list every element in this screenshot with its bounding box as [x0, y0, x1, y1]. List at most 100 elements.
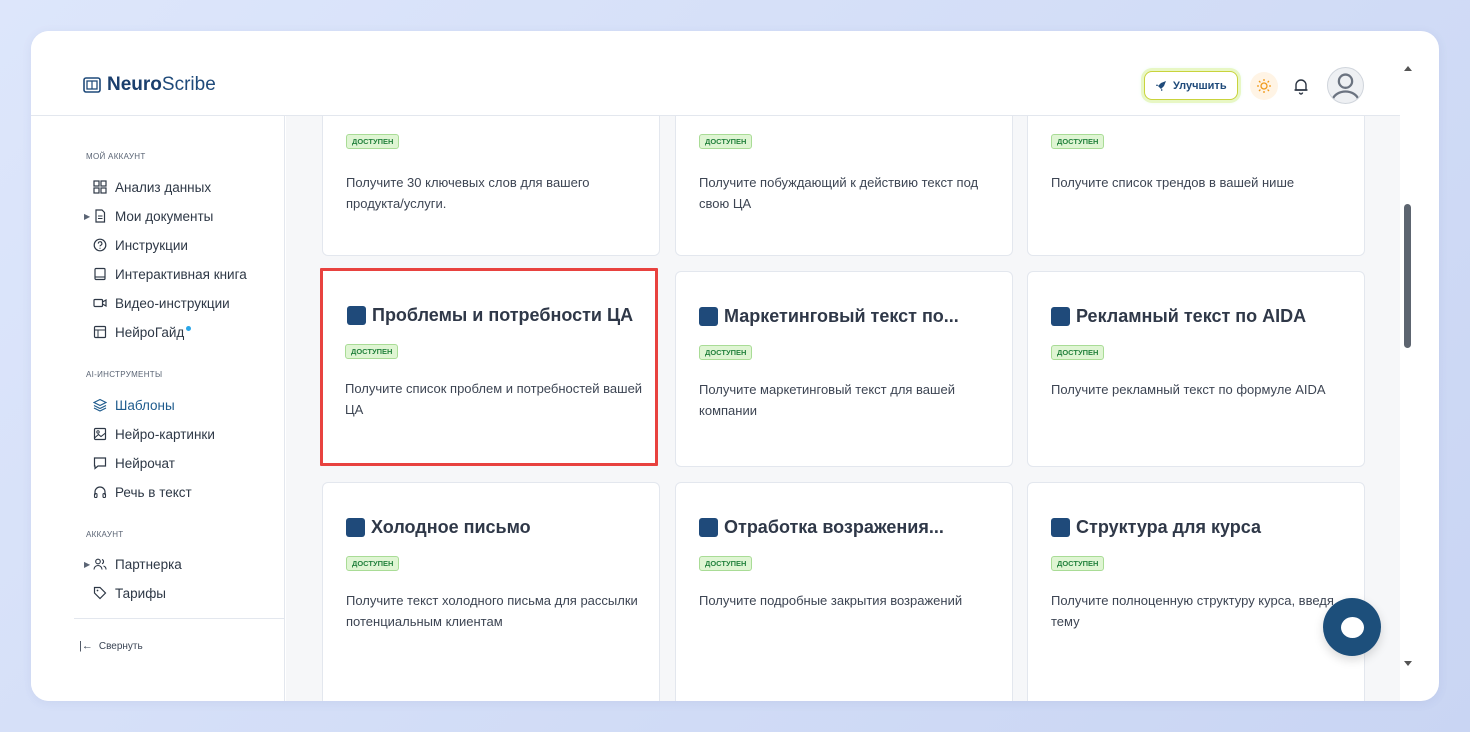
avatar-icon [1331, 73, 1360, 100]
top-header: NeuroScribe Улучшить [31, 31, 1400, 116]
sidebar-item-label: Шаблоны [115, 397, 175, 413]
sidebar-item-label: Нейро-картинки [115, 426, 215, 442]
sidebar-item-interactive-book[interactable]: Интерактивная книга [93, 265, 247, 283]
status-badge: ДОСТУПЕН [699, 345, 753, 360]
status-badge: ДОСТУПЕН [699, 134, 753, 149]
sidebar-section-title: АККАУНТ [86, 530, 124, 539]
card-description: Получите подробные закрытия возражений [699, 593, 963, 608]
guide-icon [93, 325, 107, 339]
sidebar-item-speech-to-text[interactable]: Речь в текст [93, 483, 192, 501]
card-description: Получите текст холодного письма для расс… [346, 593, 638, 629]
sidebar-divider [74, 618, 285, 619]
theme-toggle[interactable] [1250, 72, 1278, 100]
template-card[interactable]: ДОСТУПЕН Получите список трендов в вашей… [1027, 116, 1365, 256]
upgrade-button[interactable]: Улучшить [1144, 71, 1238, 100]
checkbox-icon [347, 306, 366, 325]
user-avatar[interactable] [1327, 67, 1364, 104]
scroll-up-arrow[interactable] [1404, 66, 1412, 71]
sidebar-section-title: МОЙ АККАУНТ [86, 152, 146, 161]
logo-icon [83, 77, 101, 93]
video-icon [93, 298, 107, 308]
sidebar-item-label: Видео-инструкции [115, 295, 230, 311]
card-description: Получите 30 ключевых слов для вашего про… [346, 175, 590, 211]
card-title-row: Проблемы и потребности ЦА [347, 305, 633, 326]
sidebar-item-label: Речь в текст [115, 484, 192, 500]
sidebar-item-neurochat[interactable]: Нейрочат [93, 454, 175, 472]
logo-bold: Neuro [107, 74, 162, 95]
new-indicator-dot [186, 325, 192, 331]
document-icon [95, 209, 106, 223]
card-title: Маркетинговый текст по... [724, 306, 959, 326]
headphones-icon [93, 486, 107, 499]
scroll-down-arrow[interactable] [1404, 661, 1412, 666]
card-description: Получите рекламный текст по формуле AIDA [1051, 382, 1326, 397]
sidebar-item-label: Интерактивная книга [115, 266, 247, 282]
scrollbar-thumb[interactable] [1404, 204, 1411, 348]
card-title-row: Холодное письмо [346, 517, 531, 538]
scrollbar-track[interactable] [1400, 31, 1420, 701]
card-title-row: Маркетинговый текст по... [699, 306, 959, 327]
sidebar-item-label: Инструкции [115, 237, 188, 253]
template-card[interactable]: Структура для курса ДОСТУПЕН Получите по… [1027, 482, 1365, 701]
templates-grid: ДОСТУПЕН Получите 30 ключевых слов для в… [286, 116, 1400, 701]
status-badge: ДОСТУПЕН [1051, 134, 1105, 149]
status-badge: ДОСТУПЕН [1051, 345, 1105, 360]
card-title-row: Структура для курса [1051, 517, 1261, 538]
book-icon [94, 267, 106, 281]
notifications-button[interactable] [1289, 74, 1313, 98]
grid-icon [93, 180, 107, 194]
template-card[interactable]: Рекламный текст по AIDA ДОСТУПЕН Получит… [1027, 271, 1365, 467]
sidebar-item-templates[interactable]: Шаблоны [93, 396, 175, 414]
card-description: Получите побуждающий к действию текст по… [699, 175, 979, 211]
sidebar-item-neuro-images[interactable]: Нейро-картинки [93, 425, 215, 443]
sidebar-item-neuroguide[interactable]: НейроГайд [93, 323, 192, 341]
card-title: Проблемы и потребности ЦА [372, 305, 634, 325]
sidebar-item-label: Партнерка [115, 556, 182, 572]
template-card[interactable]: Маркетинговый текст по... ДОСТУПЕН Получ… [675, 271, 1013, 467]
sidebar-item-label: Нейрочат [115, 455, 175, 471]
status-badge: ДОСТУПЕН [699, 556, 753, 571]
card-title: Структура для курса [1076, 517, 1262, 537]
template-card-highlighted[interactable]: Проблемы и потребности ЦА ДОСТУПЕН Получ… [320, 268, 658, 466]
chat-icon [93, 457, 107, 470]
sidebar-item-tariffs[interactable]: Тарифы [93, 584, 166, 602]
status-badge: ДОСТУПЕН [345, 344, 399, 359]
sidebar-section-title: AI-ИНСТРУМЕНТЫ [86, 370, 163, 379]
layers-icon [93, 398, 107, 412]
collapse-sidebar-button[interactable]: |← Свернуть [79, 640, 143, 652]
checkbox-icon [699, 518, 718, 537]
sidebar-item-instructions[interactable]: Инструкции [93, 236, 188, 254]
sidebar-item-label: Мои документы [115, 208, 214, 224]
card-title: Отработка возражения... [724, 517, 944, 537]
image-icon [93, 427, 107, 441]
template-card[interactable]: Холодное письмо ДОСТУПЕН Получите текст … [322, 482, 660, 701]
sidebar-item-video-instructions[interactable]: Видео-инструкции [93, 294, 230, 312]
upgrade-label: Улучшить [1173, 79, 1227, 92]
template-card[interactable]: ДОСТУПЕН Получите побуждающий к действию… [675, 116, 1013, 256]
sidebar-item-analytics[interactable]: Анализ данных [93, 178, 211, 196]
card-description: Получите список проблем и потребностей в… [345, 381, 643, 417]
chat-bubble-icon [1340, 616, 1364, 638]
help-circle-icon [93, 238, 107, 252]
sidebar-item-partners[interactable]: ▶ Партнерка [84, 555, 182, 573]
card-title-row: Рекламный текст по AIDA [1051, 306, 1306, 327]
status-badge: ДОСТУПЕН [346, 556, 400, 571]
collapse-label: Свернуть [98, 640, 143, 652]
card-title: Рекламный текст по AIDA [1076, 306, 1307, 326]
card-description: Получите список трендов в вашей нише [1051, 175, 1295, 190]
users-icon [93, 558, 107, 570]
bell-icon [1294, 79, 1308, 95]
support-chat-button[interactable] [1323, 598, 1381, 656]
logo-rest: Scribe [161, 74, 216, 95]
template-card[interactable]: Отработка возражения... ДОСТУПЕН Получит… [675, 482, 1013, 701]
template-card[interactable]: ДОСТУПЕН Получите 30 ключевых слов для в… [322, 116, 660, 256]
sidebar-item-label: НейроГайд [115, 324, 185, 340]
card-title: Холодное письмо [371, 517, 531, 537]
logo[interactable]: NeuroScribe [83, 74, 216, 96]
status-badge: ДОСТУПЕН [346, 134, 400, 149]
card-description: Получите полноценную структуру курса, вв… [1051, 593, 1334, 629]
status-badge: ДОСТУПЕН [1051, 556, 1105, 571]
sidebar: МОЙ АККАУНТ Анализ данных ▶ Мои документ… [31, 116, 285, 701]
sidebar-item-documents[interactable]: ▶ Мои документы [84, 207, 214, 225]
tag-icon [93, 586, 107, 600]
